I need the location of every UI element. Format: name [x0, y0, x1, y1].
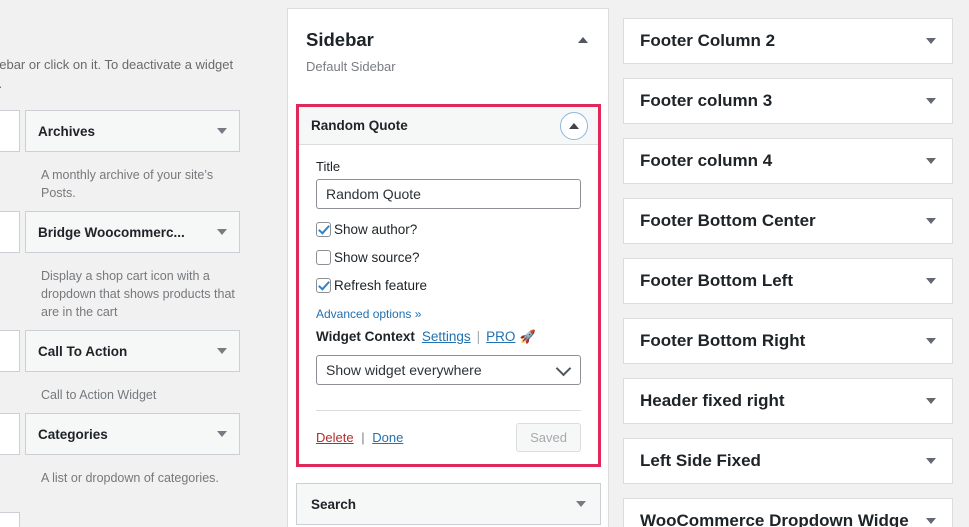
chevron-down-icon[interactable]: [217, 431, 227, 437]
widget-area-2[interactable]: Footer column 4: [623, 138, 953, 184]
chevron-down-icon[interactable]: [926, 398, 936, 404]
widget-stub-0[interactable]: [0, 110, 20, 152]
chevron-down-icon[interactable]: [217, 128, 227, 134]
up-caret-icon[interactable]: [578, 37, 588, 43]
available-widget-title: Bridge Woocommerc...: [38, 224, 185, 240]
widget-area-5[interactable]: Footer Bottom Right: [623, 318, 953, 364]
title-field-label: Title: [316, 159, 341, 174]
widget-area-title: Footer Bottom Left: [640, 271, 793, 290]
widget-footer: Delete | Done Saved: [316, 410, 581, 464]
widget-context-pro-link[interactable]: PRO: [486, 329, 515, 344]
widget-area-title: Footer Bottom Center: [640, 211, 816, 230]
widget-stub-2[interactable]: [0, 330, 20, 372]
available-widget-2[interactable]: Call To Action: [25, 330, 240, 372]
done-link[interactable]: Done: [372, 430, 403, 445]
chevron-down-icon[interactable]: [576, 501, 586, 507]
widget-footer-links: Delete | Done: [316, 430, 516, 445]
sidebar-title-row: Sidebar: [306, 29, 590, 51]
widget-area-title: Footer Bottom Right: [640, 331, 806, 350]
refresh-feature-row[interactable]: Refresh feature: [316, 278, 581, 293]
available-widget-title: Call To Action: [38, 343, 128, 359]
widget-area-3[interactable]: Footer Bottom Center: [623, 198, 953, 244]
collapse-up-circle-icon[interactable]: [560, 111, 588, 140]
refresh-feature-checkbox[interactable]: [316, 278, 331, 293]
available-widget-0[interactable]: Archives: [25, 110, 240, 152]
widget-context-settings-link[interactable]: Settings: [422, 329, 471, 344]
available-widget-description: A list or dropdown of categories.: [41, 471, 219, 485]
widget-form: Title Show author? Show source? Refresh …: [299, 145, 598, 385]
chevron-down-icon[interactable]: [217, 229, 227, 235]
search-widget[interactable]: Search: [296, 483, 601, 525]
chevron-down-icon[interactable]: [926, 38, 936, 44]
show-author-checkbox[interactable]: [316, 222, 331, 237]
chevron-down-icon[interactable]: [926, 278, 936, 284]
widget-area-1[interactable]: Footer column 3: [623, 78, 953, 124]
available-widget-title: Categories: [38, 426, 108, 442]
chevron-down-icon[interactable]: [926, 218, 936, 224]
chevron-down-icon[interactable]: [926, 158, 936, 164]
sidebar-widget-area-panel: Sidebar Default Sidebar Random Quote Tit…: [287, 8, 609, 527]
random-quote-widget: Random Quote Title Show author? Show sou…: [296, 104, 601, 467]
widget-context-select-value: Show widget everywhere: [326, 362, 482, 378]
chevron-down-icon[interactable]: [217, 348, 227, 354]
widget-area-title: Footer column 3: [640, 91, 773, 110]
widget-context-header: Widget Context Settings | PRO 🚀: [316, 329, 581, 345]
widget-area-title: Left Side Fixed: [640, 451, 761, 470]
widget-stub-1[interactable]: [0, 211, 20, 253]
widget-context-select[interactable]: Show widget everywhere: [316, 355, 581, 385]
widget-stub-4[interactable]: [0, 512, 20, 527]
available-widget-1[interactable]: Bridge Woocommerc...: [25, 211, 240, 253]
available-widget-description: Call to Action Widget: [41, 388, 157, 402]
footer-links-separator: |: [361, 430, 365, 445]
widget-stub-3[interactable]: [0, 413, 20, 455]
show-source-row[interactable]: Show source?: [316, 250, 581, 265]
delete-link[interactable]: Delete: [316, 430, 354, 445]
sidebar-area-subtitle: Default Sidebar: [306, 59, 396, 74]
available-widget-description: Display a shop cart icon with a dropdown…: [41, 269, 235, 319]
sidebar-area-title: Sidebar: [306, 29, 374, 50]
instructions-text: debar or click on it. To deactivate a wi…: [0, 57, 234, 91]
sidebar-area-header: Sidebar Default Sidebar: [288, 9, 608, 74]
widget-area-8[interactable]: WooCommerce Dropdown Widge: [623, 498, 953, 527]
available-widgets-column: debar or click on it. To deactivate a wi…: [0, 0, 282, 527]
show-source-checkbox[interactable]: [316, 250, 331, 265]
widget-header-title: Random Quote: [311, 118, 408, 133]
refresh-feature-label: Refresh feature: [334, 278, 428, 293]
available-widget-title: Archives: [38, 123, 96, 139]
widget-header[interactable]: Random Quote: [299, 107, 598, 145]
rocket-icon: 🚀: [519, 329, 536, 344]
chevron-down-icon: [555, 360, 572, 376]
available-widget-description: A monthly archive of your site’s Posts.: [41, 168, 214, 200]
widget-context-separator: |: [476, 329, 481, 344]
widget-area-4[interactable]: Footer Bottom Left: [623, 258, 953, 304]
available-widget-3[interactable]: Categories: [25, 413, 240, 455]
widget-area-0[interactable]: Footer Column 2: [623, 18, 953, 64]
title-input[interactable]: [316, 179, 581, 209]
widget-area-title: Footer Column 2: [640, 31, 776, 50]
show-author-label: Show author?: [334, 222, 418, 237]
widget-area-6[interactable]: Header fixed right: [623, 378, 953, 424]
widget-area-title: WooCommerce Dropdown Widge: [640, 511, 909, 527]
chevron-down-icon[interactable]: [926, 338, 936, 344]
chevron-down-icon[interactable]: [926, 518, 936, 524]
widgets-admin-screen: debar or click on it. To deactivate a wi…: [0, 0, 969, 527]
chevron-down-icon[interactable]: [926, 98, 936, 104]
saved-button[interactable]: Saved: [516, 423, 581, 452]
widget-areas-column: Footer Column 2 Footer column 3 Footer col…: [623, 0, 969, 527]
show-author-row[interactable]: Show author?: [316, 222, 581, 237]
search-widget-title: Search: [311, 496, 357, 512]
widget-area-title: Header fixed right: [640, 391, 785, 410]
show-source-label: Show source?: [334, 250, 420, 265]
chevron-down-icon[interactable]: [926, 458, 936, 464]
widget-area-title: Footer column 4: [640, 151, 773, 170]
advanced-options-link[interactable]: Advanced options »: [316, 307, 421, 321]
widget-context-label: Widget Context: [316, 329, 415, 344]
widget-area-7[interactable]: Left Side Fixed: [623, 438, 953, 484]
